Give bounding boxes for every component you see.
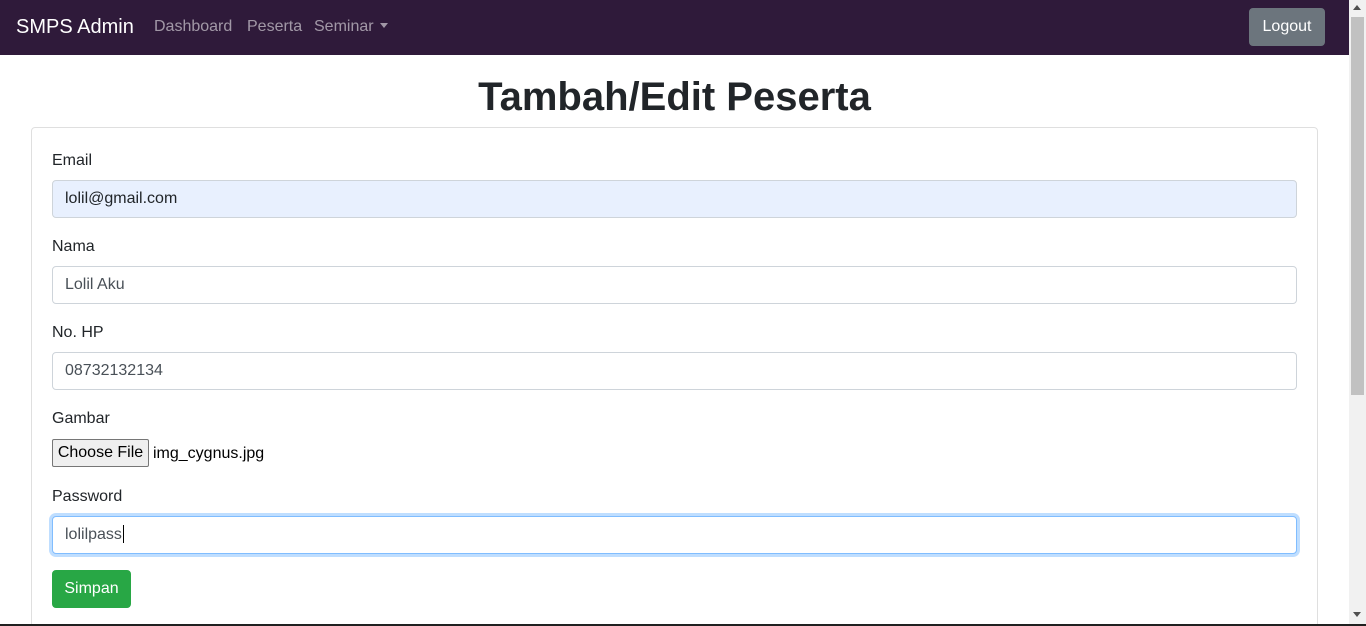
choose-file-button[interactable]: Choose File — [52, 439, 149, 467]
gambar-label: Gambar — [52, 410, 110, 427]
email-input[interactable]: lolil@gmail.com — [52, 180, 1297, 218]
password-value: lolilpass — [65, 526, 122, 543]
text-cursor — [122, 525, 124, 543]
nama-label: Nama — [52, 238, 95, 255]
email-label: Email — [52, 152, 93, 169]
simpan-button[interactable]: Simpan — [52, 570, 131, 608]
password-input[interactable]: lolilpass — [52, 516, 1297, 554]
nav-link-dashboard[interactable]: Dashboard — [154, 17, 232, 37]
nav-link-peserta[interactable]: Peserta — [247, 17, 302, 37]
caret-down-icon — [379, 23, 388, 28]
scroll-up-arrow-icon[interactable] — [1353, 5, 1361, 10]
scrollbar-thumb[interactable] — [1351, 17, 1364, 395]
logout-button[interactable]: Logout — [1249, 8, 1325, 46]
page-title: Tambah/Edit Peserta — [478, 75, 871, 119]
hp-input[interactable]: 08732132134 — [52, 352, 1297, 390]
scroll-down-arrow-icon[interactable] — [1353, 612, 1361, 617]
nama-input[interactable]: Lolil Aku — [52, 266, 1297, 304]
brand-link[interactable]: SMPS Admin — [16, 15, 134, 39]
nav-seminar-label: Seminar — [314, 18, 374, 35]
navbar: SMPS Admin Dashboard Peserta Seminar Log… — [0, 0, 1349, 55]
vertical-scrollbar[interactable] — [1349, 0, 1366, 626]
hp-label: No. HP — [52, 324, 104, 341]
password-label: Password — [52, 488, 123, 505]
page: SMPS Admin Dashboard Peserta Seminar Log… — [0, 0, 1349, 626]
nav-dropdown-seminar[interactable]: Seminar — [314, 17, 388, 37]
selected-file-name: img_cygnus.jpg — [153, 445, 265, 462]
